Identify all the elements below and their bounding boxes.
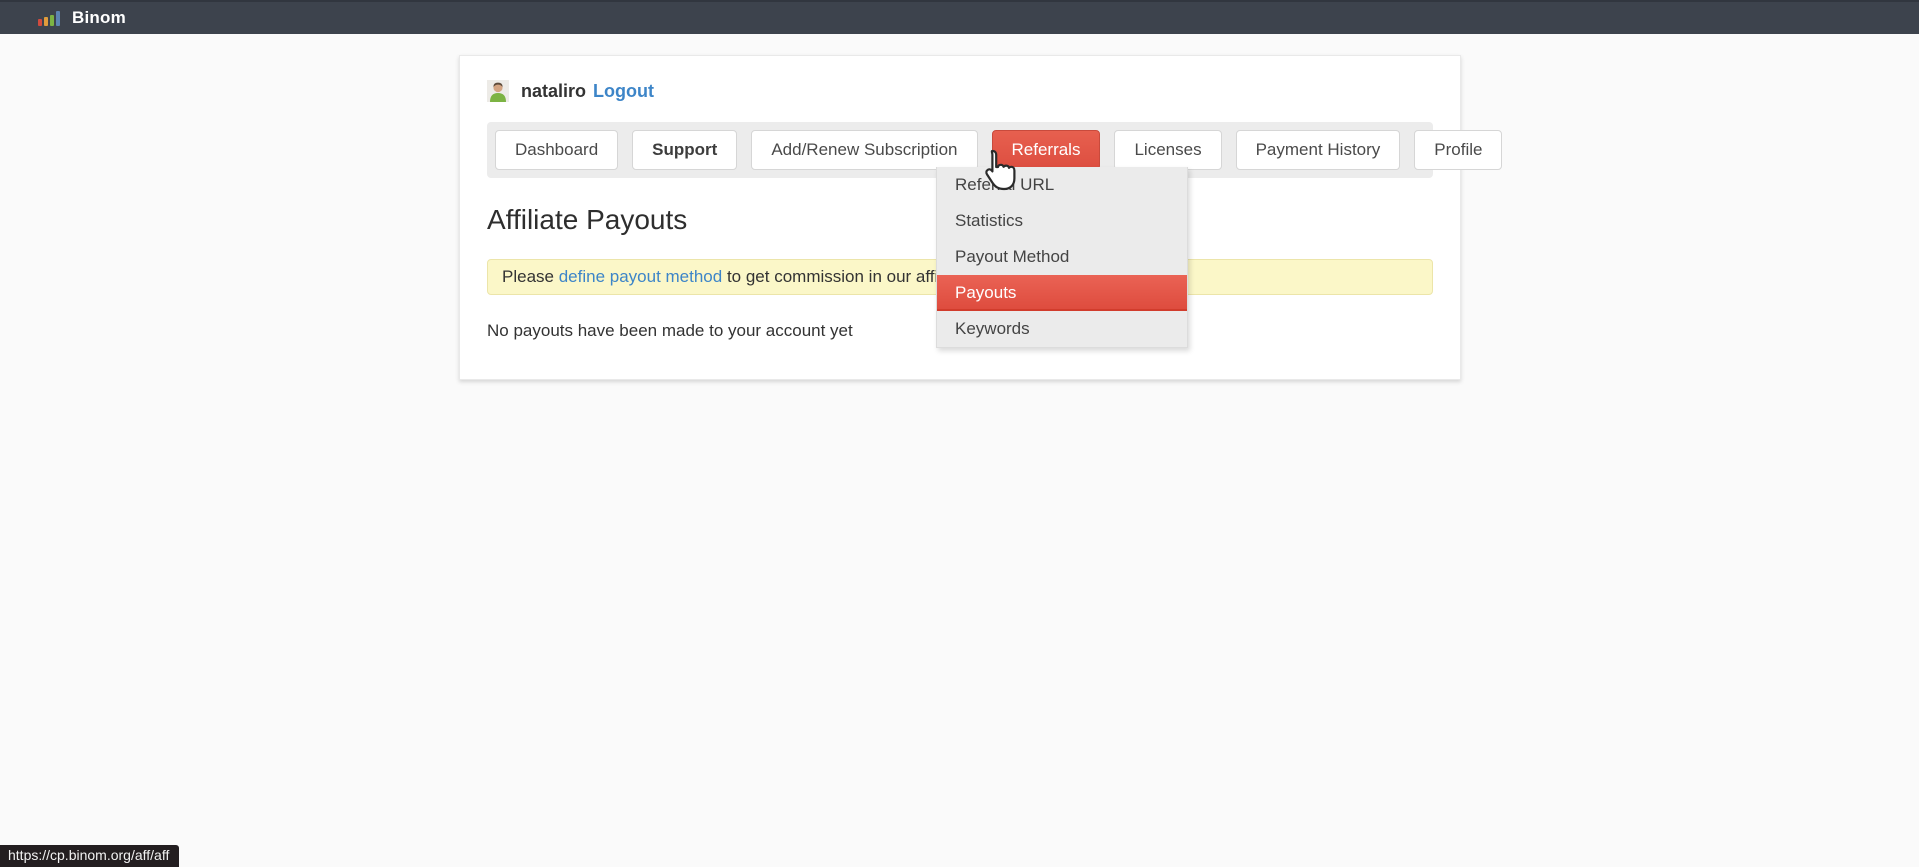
link-preview-statusbar: https://cp.binom.org/aff/aff (0, 845, 179, 867)
menu-item-payouts[interactable]: Payouts (937, 275, 1187, 311)
tab-dashboard[interactable]: Dashboard (495, 130, 618, 170)
define-payout-method-link[interactable]: define payout method (559, 267, 723, 286)
topbar: Binom (0, 0, 1919, 34)
user-row: nataliro Logout (487, 78, 1433, 104)
menu-item-statistics[interactable]: Statistics (937, 203, 1187, 239)
notice-text-suffix: to get commission in our affilia (722, 267, 955, 286)
menu-item-referral-url[interactable]: Referral URL (937, 167, 1187, 203)
tab-support[interactable]: Support (632, 130, 737, 170)
brand-title: Binom (72, 8, 126, 28)
logout-link[interactable]: Logout (593, 81, 654, 102)
menu-item-keywords[interactable]: Keywords (937, 311, 1187, 347)
tab-payment-history[interactable]: Payment History (1236, 130, 1401, 170)
username: nataliro (521, 81, 586, 102)
user-avatar-icon (487, 80, 509, 102)
tab-add-renew-subscription[interactable]: Add/Renew Subscription (751, 130, 977, 170)
binom-logo-icon (38, 11, 60, 26)
notice-text-prefix: Please (502, 267, 559, 286)
tab-profile[interactable]: Profile (1414, 130, 1502, 170)
referrals-dropdown-menu: Referral URL Statistics Payout Method Pa… (936, 167, 1188, 348)
tab-referrals[interactable]: Referrals (992, 130, 1101, 170)
tab-licenses[interactable]: Licenses (1114, 130, 1221, 170)
menu-item-payout-method[interactable]: Payout Method (937, 239, 1187, 275)
